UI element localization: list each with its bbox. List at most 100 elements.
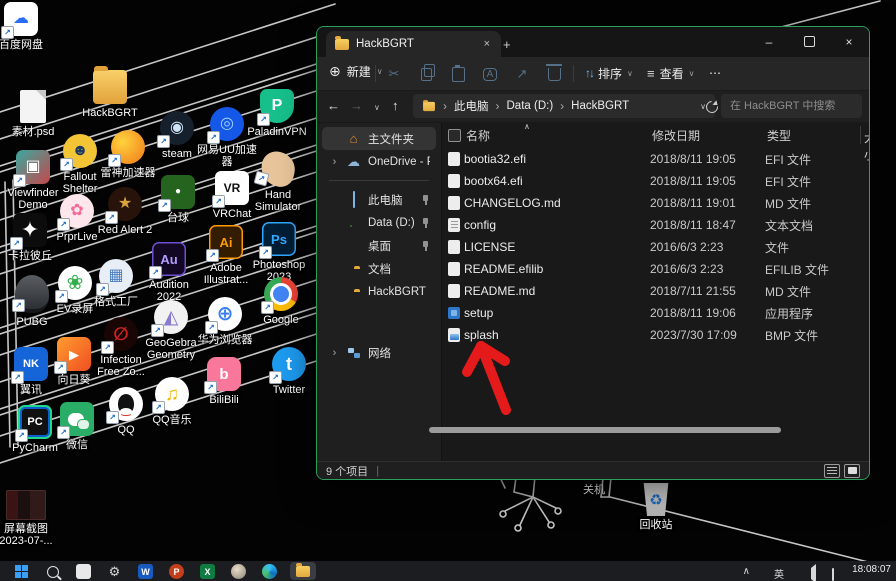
shortcut-arrow-icon: ↗ — [204, 381, 217, 394]
desktop-icon-pycharm[interactable]: PC↗PyCharm — [2, 405, 68, 454]
up-button[interactable]: ↑ — [392, 98, 399, 113]
taskbar-app-edge[interactable] — [262, 564, 277, 579]
tray-expand-icon[interactable]: ∧ — [743, 566, 750, 577]
taskbar-search-button[interactable] — [45, 564, 60, 579]
new-tab-button[interactable]: + — [503, 37, 511, 52]
cut-icon: ✂ — [389, 66, 400, 82]
file-row[interactable]: README.efilib2016/6/3 2:23EFILIB 文件 — [442, 258, 869, 280]
item-count: 9 个项目 — [326, 463, 368, 479]
shortcut-arrow-icon: ↗ — [106, 411, 119, 424]
desktop-icon-kalabiqiu[interactable]: ✦↗卡拉彼丘 — [0, 213, 63, 262]
pin-icon — [421, 241, 430, 251]
file-row[interactable]: LICENSE2016/6/3 2:23文件 — [442, 236, 869, 258]
shortcut-arrow-icon: ↗ — [207, 131, 220, 144]
history-dropdown-icon[interactable]: ∨ — [374, 103, 380, 112]
copy-button[interactable] — [413, 64, 439, 84]
minimize-button[interactable]: – — [749, 27, 789, 56]
taskbar-file-explorer-button[interactable] — [290, 562, 316, 580]
taskbar-app-compass[interactable] — [231, 564, 246, 579]
more-button[interactable]: ⋯ — [709, 63, 721, 83]
sunflower-remote-icon: ▶↗ — [57, 337, 91, 371]
search-box[interactable] — [721, 94, 862, 118]
taskbar-app-word[interactable]: W — [138, 564, 153, 579]
input-language-indicator[interactable]: 英 — [774, 566, 784, 581]
desktop-icon-screenshot-file[interactable]: 屏幕截图 2023-07-... — [0, 490, 59, 547]
taskbar-app-powerpoint[interactable]: P — [169, 564, 184, 579]
cut-button[interactable]: ✂ — [381, 64, 407, 84]
sidebar-item-onedrive[interactable]: ›☁OneDrive - Person — [322, 150, 436, 173]
file-row[interactable]: bootia32.efi2018/8/11 19:05EFI 文件 — [442, 148, 869, 170]
details-view-toggle-icon[interactable] — [824, 464, 840, 478]
desktop-icon-hackbgrt-zip[interactable]: HackBGRT — [77, 70, 143, 119]
large-icons-view-toggle-icon[interactable] — [844, 464, 860, 478]
desktop-icon-recycle-bin[interactable]: ♻ 回收站 — [623, 483, 689, 531]
paste-button[interactable] — [445, 64, 471, 84]
file-row[interactable]: config2018/8/11 18:47文本文档 — [442, 214, 869, 236]
file-icon — [448, 262, 460, 276]
column-header-size[interactable]: 大小 — [864, 129, 869, 163]
desktop-icon-sunflower[interactable]: ▶↗向日葵 — [41, 337, 107, 386]
desktop-icon-baidu-netdisk[interactable]: ☁↗百度网盘 — [0, 2, 54, 51]
delete-button[interactable] — [541, 64, 567, 84]
sort-button[interactable]: ↑↓ 排序 ∨ — [585, 63, 633, 83]
file-row[interactable]: README.md2018/7/11 21:55MD 文件 — [442, 280, 869, 302]
sidebar-item-home[interactable]: ⌂主文件夹 — [322, 127, 436, 150]
shutdown-shortcut-label[interactable]: 关机 — [583, 481, 605, 497]
desktop-icon-huawei-browser[interactable]: ⊕↗华为浏览器 — [192, 297, 258, 346]
select-all-checkbox[interactable] — [448, 129, 461, 142]
trash-icon — [548, 68, 561, 81]
battery-icon[interactable] — [832, 569, 834, 580]
view-button[interactable]: ≡ 查看 ∨ — [647, 63, 694, 83]
column-divider[interactable] — [860, 126, 861, 144]
breadcrumb-chevron-icon: › — [496, 99, 500, 113]
window-titlebar[interactable]: HackBGRT × + – × — [317, 27, 869, 57]
tab-close-icon[interactable]: × — [482, 38, 492, 50]
desktop-icon-hand-simulator[interactable]: ↗Hand Simulator — [245, 152, 311, 213]
sidebar-item-hackbgrt[interactable]: HackBGRT — [322, 280, 436, 303]
forward-button[interactable]: → — [350, 98, 363, 113]
file-row[interactable]: bootx64.efi2018/8/11 19:05EFI 文件 — [442, 170, 869, 192]
breadcrumb-this-pc[interactable]: 此电脑 — [454, 98, 489, 114]
column-header-modified[interactable]: 修改日期 — [652, 127, 767, 144]
column-header-name[interactable]: 名称 — [466, 127, 652, 144]
prprlive-icon: ✿↗ — [60, 194, 94, 228]
taskbar-app-excel[interactable]: X — [200, 564, 215, 579]
sidebar-item-network[interactable]: ›网络 — [322, 341, 436, 364]
breadcrumb-drive[interactable]: Data (D:) — [507, 100, 554, 112]
taskbar-clock[interactable]: 18:08:07 — [852, 564, 891, 575]
speaker-icon[interactable] — [807, 568, 816, 579]
start-button[interactable] — [14, 564, 29, 579]
close-button[interactable]: × — [829, 27, 869, 56]
explorer-tab[interactable]: HackBGRT × — [326, 31, 501, 57]
horizontal-scrollbar[interactable] — [429, 427, 781, 433]
desktop-icon-photoshop[interactable]: Ps↗Photoshop 2023 — [246, 222, 312, 283]
windows-logo-icon — [15, 565, 29, 579]
sidebar-item-documents[interactable]: 文档 — [322, 257, 436, 280]
sidebar-item-desktop[interactable]: 桌面 — [322, 234, 436, 257]
back-button[interactable]: ← — [327, 98, 340, 113]
rename-button[interactable]: A — [477, 64, 503, 84]
sidebar-item-this-pc[interactable]: 此电脑 — [322, 188, 436, 211]
taskbar-settings-button[interactable]: ⚙ — [107, 564, 122, 579]
chevron-right-icon[interactable]: › — [330, 347, 339, 359]
file-icon — [448, 240, 460, 254]
file-explorer-window: HackBGRT × + – × ⊕ 新建 ∨ ✂ A ↗ ↑↓ 排序 ∨ ≡ — [316, 26, 870, 480]
gear-icon: ⚙ — [109, 564, 121, 580]
maximize-button[interactable] — [789, 27, 829, 56]
file-row[interactable]: CHANGELOG.md2018/8/11 19:01MD 文件 — [442, 192, 869, 214]
desktop-icon-sucai-psd[interactable]: 素材.psd — [0, 90, 66, 138]
chevron-right-icon[interactable]: › — [330, 156, 339, 168]
address-bar[interactable]: › 此电脑 › Data (D:) › HackBGRT ∨ — [413, 94, 715, 118]
desktop-icon-qq[interactable]: ↗QQ — [93, 387, 159, 436]
sidebar-item-data-drive[interactable]: Data (D:) — [322, 211, 436, 234]
taskbar-app-notepad[interactable] — [76, 564, 91, 579]
column-header-type[interactable]: 类型 — [767, 127, 869, 144]
share-button[interactable]: ↗ — [509, 64, 535, 84]
desktop-icon-twitter[interactable]: t↗Twitter — [256, 347, 322, 396]
desktop-icon-paladinvpn[interactable]: P↗PaladinVPN — [244, 89, 310, 138]
hand-simulator-icon: ↗ — [257, 148, 299, 190]
search-input[interactable] — [721, 100, 870, 112]
breadcrumb-folder[interactable]: HackBGRT — [571, 100, 629, 112]
file-row[interactable]: setup2018/8/11 19:06应用程序 — [442, 302, 869, 324]
desktop-icon-pubg[interactable]: ↗PUBG — [0, 275, 65, 328]
